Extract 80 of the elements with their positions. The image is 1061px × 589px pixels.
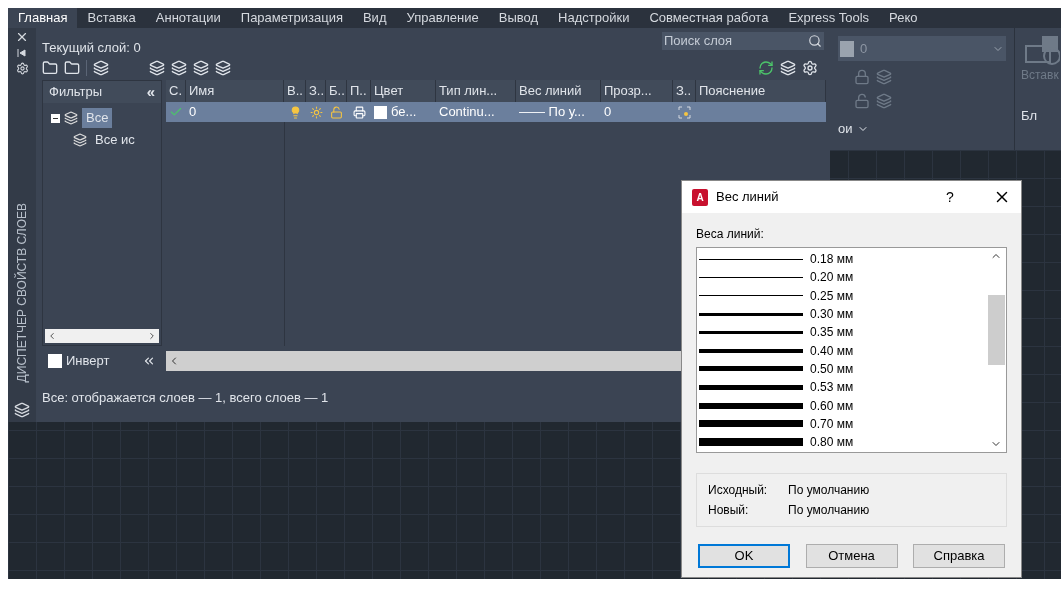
pin-icon[interactable] (17, 48, 27, 58)
tree-toggle[interactable] (51, 113, 60, 123)
combo-value: 0 (860, 39, 869, 58)
layer-name: 0 (188, 103, 198, 122)
lineweight-item[interactable]: 0.18 мм (699, 250, 986, 269)
layers-icon (73, 133, 87, 147)
layers-icon[interactable] (780, 60, 796, 76)
info-label: Исходный: (708, 482, 769, 499)
layers-icon[interactable] (14, 402, 30, 418)
settings-icon[interactable] (15, 62, 29, 75)
palette-side-title: ДИСПЕТЧЕР СВОЙСТВ СЛОЕВ (13, 202, 30, 382)
ribbon-tab[interactable]: Вид (352, 8, 397, 28)
lineweight-item[interactable]: 0.25 мм (699, 286, 986, 305)
printer-icon[interactable] (352, 105, 366, 119)
ribbon-tab[interactable]: Надстройки (548, 8, 640, 28)
invert-checkbox[interactable] (48, 354, 62, 368)
ribbon-tab[interactable]: Управление (396, 8, 489, 28)
lineweight-item[interactable]: 0.80 мм (699, 432, 986, 452)
list-label: Веса линий: (696, 226, 765, 243)
scroll-left-icon[interactable] (47, 331, 57, 341)
dialog-button[interactable]: Отмена (805, 544, 898, 568)
collapse-icon[interactable] (142, 354, 156, 368)
lineweight-item[interactable]: 0.40 мм (699, 341, 986, 360)
ribbon-tab[interactable]: Реко (879, 8, 928, 28)
sun-icon[interactable] (309, 105, 323, 119)
ribbon-tab[interactable]: Вывод (488, 8, 549, 28)
filters-title: Фильтры (49, 83, 102, 102)
lineweight-item[interactable]: 0.35 мм (699, 323, 986, 342)
info-value: По умолчанию (788, 482, 870, 499)
help-button[interactable]: ? (935, 186, 965, 208)
lock-icon[interactable] (854, 69, 870, 85)
dialog-button[interactable]: OK (698, 544, 790, 568)
ribbon-tab[interactable]: Вставка (77, 8, 146, 28)
horizontal-scrollbar[interactable] (45, 329, 159, 343)
color-name: бе... (391, 103, 417, 122)
info-value: По умолчанию (788, 502, 870, 519)
transparency-cell[interactable]: 0 (601, 102, 673, 122)
current-layer-label: Текущий слой: 0 (42, 39, 141, 57)
viewport-icon[interactable] (678, 105, 691, 119)
filter-tree-item[interactable]: Все ис (91, 130, 139, 150)
collapse-button[interactable]: « (146, 80, 155, 104)
folder-icon[interactable] (64, 60, 80, 76)
search-field[interactable]: Поиск слоя (662, 32, 824, 50)
panel-label[interactable]: Бл (1021, 106, 1037, 126)
lineweight-item[interactable]: 0.30 мм (699, 304, 986, 324)
layer-row[interactable]: 0 бе... Continu... —— По у... 0 (166, 102, 826, 122)
status-text: Все: отображается слоев — 1, всего слоев — 1 (42, 389, 329, 408)
layers-icon[interactable] (215, 60, 231, 76)
ribbon-tab[interactable]: Параметризация (230, 8, 353, 28)
lineweight-item[interactable]: 0.50 мм (699, 359, 986, 379)
settings-icon[interactable] (802, 60, 818, 76)
search-icon[interactable] (808, 34, 822, 48)
dialog-title: Вес линий (716, 188, 780, 207)
dialog-button[interactable]: Справка (913, 544, 1005, 568)
lineweight-cell[interactable]: —— По у... (516, 102, 601, 122)
ribbon-tab[interactable]: Аннотации (145, 8, 231, 28)
lineweight-item[interactable]: 0.53 мм (699, 378, 986, 397)
scroll-right-icon[interactable] (147, 331, 157, 341)
color-swatch (840, 40, 854, 57)
lineweight-item[interactable]: 0.70 мм (699, 414, 986, 433)
linetype-cell[interactable]: Continu... (436, 102, 516, 122)
refresh-icon[interactable] (758, 60, 774, 76)
close-icon[interactable] (15, 30, 29, 44)
unlock-icon[interactable] (330, 105, 343, 119)
insert-block-icon[interactable] (1022, 34, 1060, 66)
lineweight-item[interactable]: 0.20 мм (699, 268, 986, 287)
panel-label[interactable]: ои (838, 119, 853, 139)
ribbon-tab[interactable]: Express Tools (778, 8, 880, 28)
layers-icon[interactable] (93, 60, 109, 76)
ribbon-tab[interactable]: Совместная работа (639, 8, 779, 28)
color-swatch[interactable] (374, 105, 387, 119)
layers-icon (64, 111, 78, 125)
lineweight-item[interactable]: 0.60 мм (699, 396, 986, 415)
ribbon-tab[interactable]: Главная (8, 8, 78, 28)
invert-label: Инверт (66, 352, 111, 371)
info-label: Новый: (708, 502, 750, 519)
unlock-icon[interactable] (854, 93, 870, 109)
layers-icon[interactable] (171, 60, 187, 76)
app-logo-icon: A (692, 188, 708, 206)
search-input[interactable]: Поиск слоя (664, 31, 808, 51)
